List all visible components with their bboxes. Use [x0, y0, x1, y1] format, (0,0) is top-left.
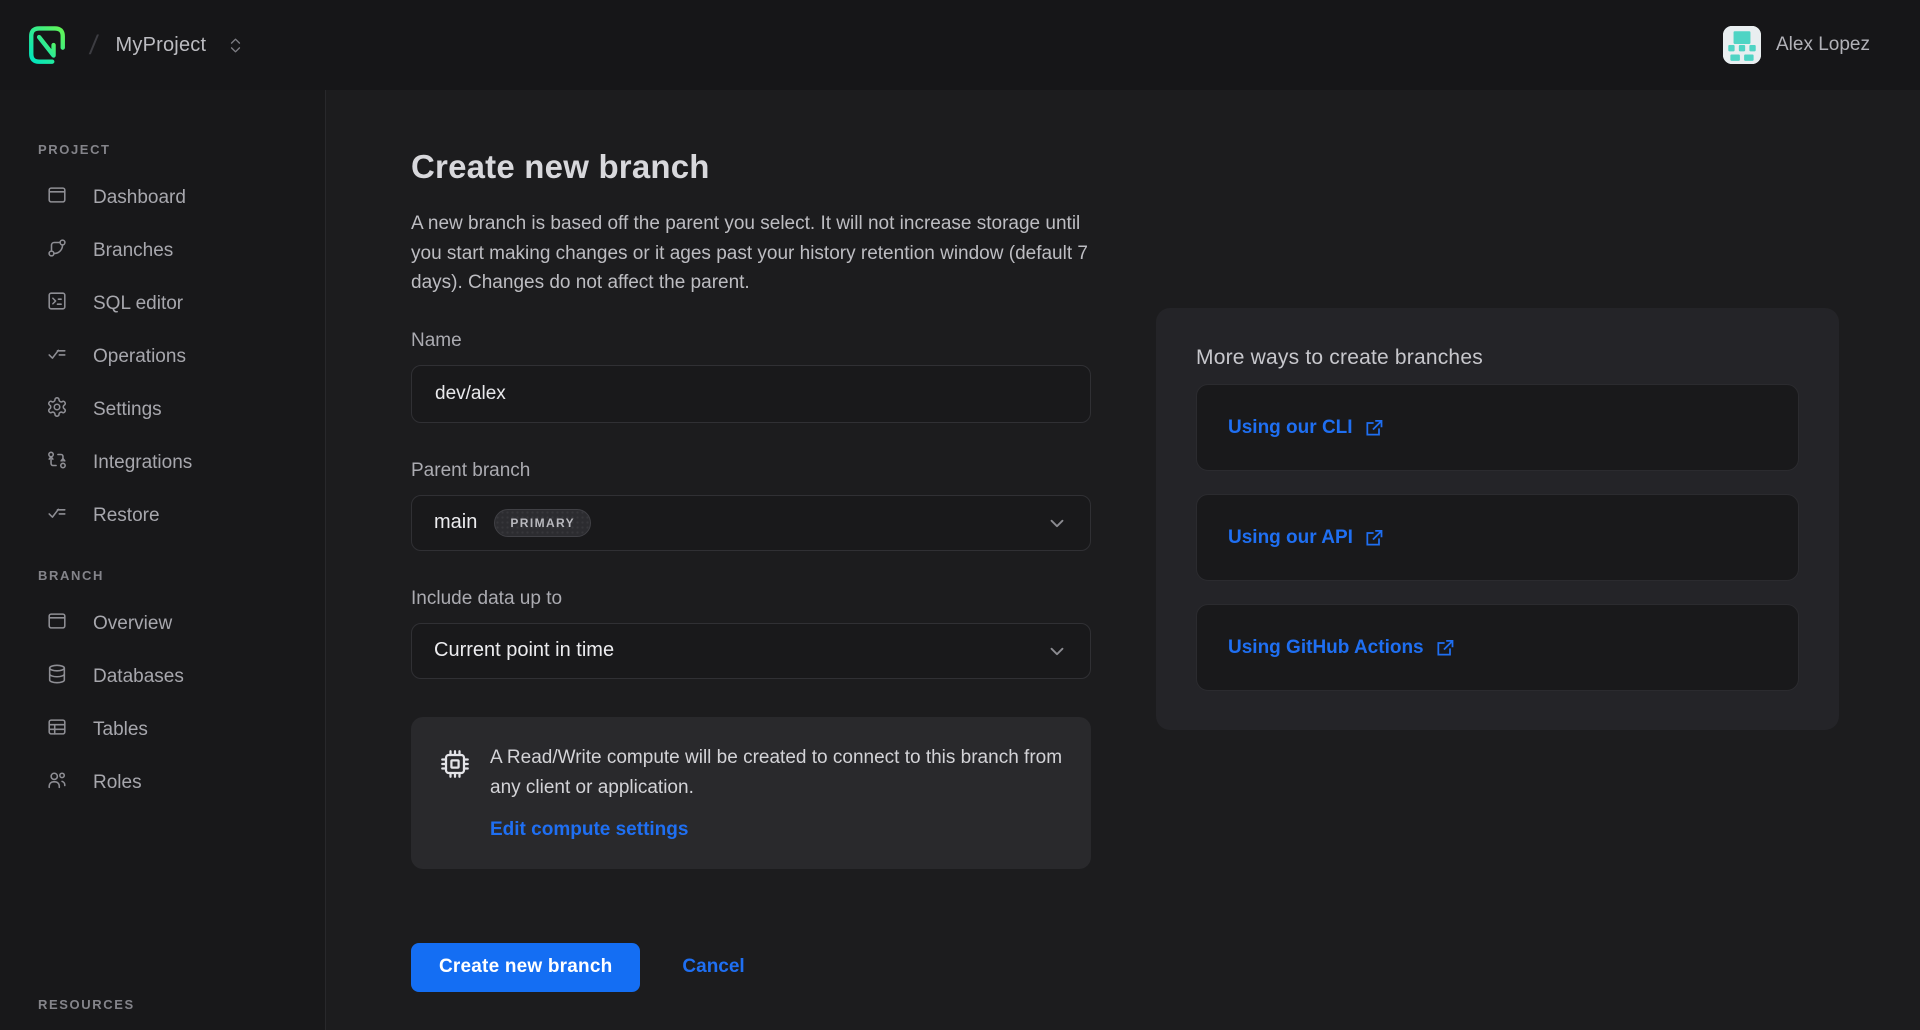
sidebar-item-label: Databases	[93, 666, 184, 688]
external-link-icon	[1435, 638, 1455, 658]
page-title: Create new branch	[411, 148, 1091, 186]
users-icon	[46, 769, 68, 797]
sidebar-item-branches[interactable]: Branches	[0, 224, 325, 277]
sidebar-item-restore[interactable]: Restore	[0, 489, 325, 542]
sidebar-section-branch: BRANCH	[38, 568, 325, 583]
main-content: Create new branch A new branch is based …	[327, 90, 1920, 1030]
sidebar-item-overview[interactable]: Overview	[0, 597, 325, 650]
include-data-label: Include data up to	[411, 588, 1091, 610]
create-branch-button[interactable]: Create new branch	[411, 943, 640, 992]
more-ways-title: More ways to create branches	[1196, 346, 1799, 370]
external-link-icon	[1364, 528, 1384, 548]
sidebar-section-resources: RESOURCES	[38, 997, 325, 1012]
sidebar-item-label: SQL editor	[93, 293, 183, 315]
avatar[interactable]	[1723, 26, 1761, 64]
github-actions-card[interactable]: Using GitHub Actions	[1196, 604, 1799, 691]
terminal-square-icon	[46, 290, 68, 318]
using-api-link[interactable]: Using our API	[1228, 527, 1384, 549]
git-compare-icon	[46, 449, 68, 477]
using-api-label: Using our API	[1228, 527, 1353, 549]
sidebar-item-label: Overview	[93, 613, 172, 635]
topbar: / MyProject Alex Lopez	[0, 0, 1920, 90]
sidebar-item-label: Operations	[93, 346, 186, 368]
window-icon	[46, 610, 68, 638]
sidebar-item-tables[interactable]: Tables	[0, 703, 325, 756]
table-icon	[46, 716, 68, 744]
more-ways-panel: More ways to create branches Using our C…	[1156, 308, 1839, 730]
sidebar-section-project: PROJECT	[38, 142, 325, 157]
project-selector-label[interactable]: MyProject	[116, 34, 207, 57]
parent-branch-value: main	[434, 511, 477, 534]
parent-branch-label: Parent branch	[411, 460, 1091, 482]
sidebar-item-label: Branches	[93, 240, 173, 262]
gear-icon	[46, 396, 68, 424]
sidebar-item-label: Tables	[93, 719, 148, 741]
sidebar-item-dashboard[interactable]: Dashboard	[0, 171, 325, 224]
include-data-select[interactable]: Current point in time	[411, 623, 1091, 679]
using-github-actions-link[interactable]: Using GitHub Actions	[1228, 637, 1455, 659]
cpu-chip-icon	[437, 746, 473, 841]
sidebar-item-databases[interactable]: Databases	[0, 650, 325, 703]
compute-note-box: A Read/Write compute will be created to …	[411, 717, 1091, 869]
chevron-down-icon	[1046, 512, 1068, 534]
dashboard-icon	[46, 184, 68, 212]
sidebar-item-roles[interactable]: Roles	[0, 756, 325, 809]
chevrons-up-down-icon[interactable]	[226, 36, 245, 55]
sidebar: PROJECT Dashboard Branches SQL editor Op…	[0, 90, 326, 1030]
breadcrumb-separator: /	[88, 30, 100, 61]
sidebar-item-operations[interactable]: Operations	[0, 330, 325, 383]
sidebar-item-sql-editor[interactable]: SQL editor	[0, 277, 325, 330]
cli-card[interactable]: Using our CLI	[1196, 384, 1799, 471]
using-cli-label: Using our CLI	[1228, 417, 1353, 439]
check-list-icon	[46, 343, 68, 371]
database-icon	[46, 663, 68, 691]
branch-name-input[interactable]	[411, 365, 1091, 423]
page-description: A new branch is based off the parent you…	[411, 209, 1091, 298]
neon-logo-icon[interactable]	[26, 24, 68, 66]
sidebar-item-integrations[interactable]: Integrations	[0, 436, 325, 489]
user-name[interactable]: Alex Lopez	[1776, 34, 1870, 56]
primary-badge: PRIMARY	[494, 509, 591, 537]
sidebar-item-label: Dashboard	[93, 187, 186, 209]
sidebar-item-label: Settings	[93, 399, 162, 421]
name-field-label: Name	[411, 330, 1091, 352]
sidebar-item-label: Restore	[93, 505, 160, 527]
using-github-actions-label: Using GitHub Actions	[1228, 637, 1424, 659]
include-data-value: Current point in time	[434, 639, 614, 662]
using-cli-link[interactable]: Using our CLI	[1228, 417, 1384, 439]
sidebar-item-label: Roles	[93, 772, 142, 794]
git-branch-icon	[46, 237, 68, 265]
api-card[interactable]: Using our API	[1196, 494, 1799, 581]
restore-list-icon	[46, 502, 68, 530]
edit-compute-settings-link[interactable]: Edit compute settings	[490, 819, 688, 841]
sidebar-item-settings[interactable]: Settings	[0, 383, 325, 436]
external-link-icon	[1364, 418, 1384, 438]
sidebar-item-label: Integrations	[93, 452, 192, 474]
chevron-down-icon	[1046, 640, 1068, 662]
parent-branch-select[interactable]: main PRIMARY	[411, 495, 1091, 551]
cancel-link[interactable]: Cancel	[682, 956, 744, 978]
compute-note-text: A Read/Write compute will be created to …	[490, 743, 1063, 803]
